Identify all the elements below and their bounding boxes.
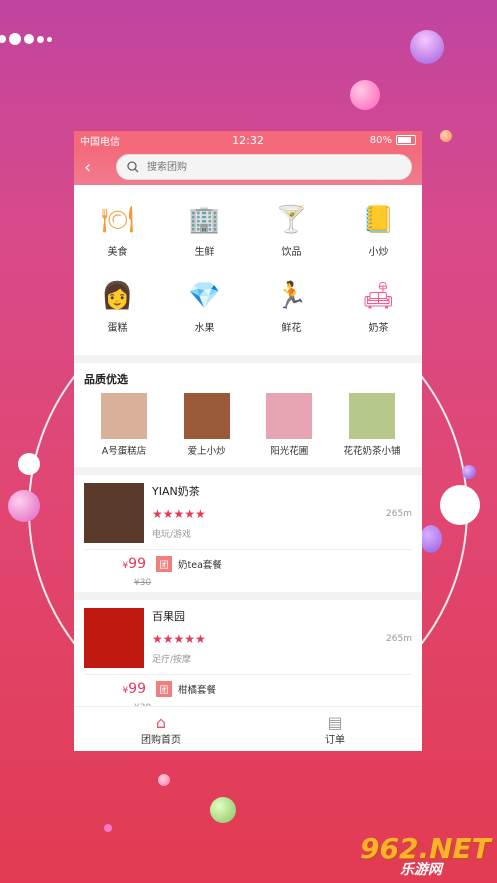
distance: 265m — [386, 634, 412, 644]
category-item[interactable]: 🍽 美食 — [74, 197, 161, 273]
runner-icon: 🏃 — [275, 281, 308, 311]
decorative-ball — [420, 525, 442, 553]
quality-item-label: 爱上小炒 — [187, 446, 226, 457]
category-label: 小炒 — [368, 247, 389, 258]
phone-screen: 中国电信 12:32 80% ‹ 🍽 美食 🏢 生鲜 🍸 饮品 📒 小炒 👩 蛋糕 💎 水果 🏃 鲜花 🛋 奶… — [74, 131, 422, 751]
tab-orders-label: 订单 — [325, 734, 345, 746]
shop-card[interactable]: 百果园★★★★★265m足疗/按摩¥99团柑橘套餐¥30 — [74, 600, 422, 717]
group-buy-badge: 团 — [156, 556, 172, 572]
quality-item[interactable]: A号蛋糕店 — [84, 393, 164, 457]
quality-item[interactable]: 花花奶茶小铺 — [332, 393, 412, 457]
category-label: 水果 — [194, 323, 215, 334]
decorative-ball — [158, 774, 170, 786]
clipboard-icon: ▤ — [327, 712, 343, 732]
category-item[interactable]: 💎 水果 — [161, 273, 248, 349]
watermark-logo: 962.NET 乐游网 — [360, 832, 491, 879]
decorative-ball — [403, 23, 451, 71]
tab-home[interactable]: ⌂ 团购首页 — [74, 707, 248, 751]
quality-item-label: 花花奶茶小铺 — [343, 446, 401, 457]
category-item[interactable]: 🍸 饮品 — [248, 197, 335, 273]
cocktail-icon: 🍸 — [275, 205, 308, 235]
quality-item-label: 阳光花圃 — [270, 446, 309, 457]
quality-section: 品质优选 A号蛋糕店 爱上小炒 阳光花圃 花花奶茶小铺 — [74, 363, 422, 467]
notebook-icon: 📒 — [362, 205, 395, 235]
search-input[interactable] — [145, 160, 349, 174]
header: ‹ — [74, 149, 422, 185]
shop-name: 百果园 — [152, 610, 185, 623]
diamond-icon: 💎 — [188, 281, 221, 311]
shop-photo — [84, 483, 144, 543]
deal-title: 柑橘套餐 — [178, 685, 217, 696]
page-indicator-dots — [0, 30, 52, 48]
decorative-ball — [104, 824, 112, 832]
category-label: 鲜花 — [281, 323, 302, 334]
back-chevron-icon[interactable]: ‹ — [84, 157, 108, 178]
decorative-ball — [8, 490, 40, 522]
building-icon: 🏢 — [188, 205, 221, 235]
search-icon — [127, 161, 139, 173]
deal-row[interactable]: ¥99 团柑橘套餐 — [84, 674, 412, 703]
deal-row[interactable]: ¥99 团奶tea套餐 — [84, 549, 412, 578]
quality-item-label: A号蛋糕店 — [101, 446, 147, 457]
shop-thumbnail — [348, 393, 395, 439]
category-label: 蛋糕 — [107, 323, 128, 334]
star-rating: ★★★★★ — [152, 507, 206, 521]
group-buy-badge: 团 — [156, 681, 172, 697]
decorative-ball — [462, 465, 476, 479]
category-grid: 🍽 美食 🏢 生鲜 🍸 饮品 📒 小炒 👩 蛋糕 💎 水果 🏃 鲜花 🛋 奶茶 — [74, 185, 422, 355]
quality-item[interactable]: 阳光花圃 — [249, 393, 329, 457]
search-box[interactable] — [116, 154, 412, 180]
deal-price: ¥99 — [122, 681, 146, 697]
category-item[interactable]: 🛋 奶茶 — [335, 273, 422, 349]
sofa-icon: 🛋 — [361, 281, 395, 311]
deal-price: ¥99 — [122, 556, 146, 572]
star-rating: ★★★★★ — [152, 632, 206, 646]
woman-profile-icon: 👩 — [101, 281, 134, 311]
tab-orders[interactable]: ▤ 订单 — [248, 707, 422, 751]
decorative-ball — [440, 485, 480, 525]
shop-name: YIAN奶茶 — [152, 485, 200, 498]
clock: 12:32 — [232, 133, 264, 147]
category-item[interactable]: 🏢 生鲜 — [161, 197, 248, 273]
tab-home-label: 团购首页 — [141, 734, 181, 746]
section-title: 品质优选 — [84, 373, 128, 386]
home-icon: ⌂ — [155, 712, 167, 732]
category-label: 美食 — [107, 247, 128, 258]
shop-photo — [84, 608, 144, 668]
quality-item[interactable]: 爱上小炒 — [167, 393, 247, 457]
deal-title: 奶tea套餐 — [178, 560, 222, 571]
shop-thumbnail — [266, 393, 313, 439]
shop-thumbnail — [101, 393, 147, 439]
category-label: 奶茶 — [368, 323, 389, 334]
category-label: 生鲜 — [194, 247, 215, 258]
category-item[interactable]: 🏃 鲜花 — [248, 273, 335, 349]
status-bar: 中国电信 12:32 80% — [74, 131, 422, 149]
decorative-ball — [210, 797, 236, 823]
shop-thumbnail — [183, 393, 230, 439]
decorative-ball — [18, 453, 40, 475]
shop-card[interactable]: YIAN奶茶 ★★★★★ 265m 电玩/游戏 ¥99 团奶tea套餐 ¥30 — [74, 475, 422, 592]
decorative-ball — [440, 130, 452, 142]
tab-bar: ⌂ 团购首页 ▤ 订单 — [74, 706, 422, 751]
shop-category: 电玩/游戏 — [152, 530, 192, 540]
category-item[interactable]: 📒 小炒 — [335, 197, 422, 273]
battery-icon — [396, 135, 416, 145]
cloche-icon: 🍽 — [100, 205, 134, 235]
original-price: ¥30 — [134, 578, 152, 588]
category-label: 饮品 — [281, 247, 302, 258]
distance: 265m — [386, 509, 412, 519]
category-item[interactable]: 👩 蛋糕 — [74, 273, 161, 349]
decorative-ball — [350, 80, 380, 110]
shop-category: 足疗/按摩 — [152, 655, 192, 665]
